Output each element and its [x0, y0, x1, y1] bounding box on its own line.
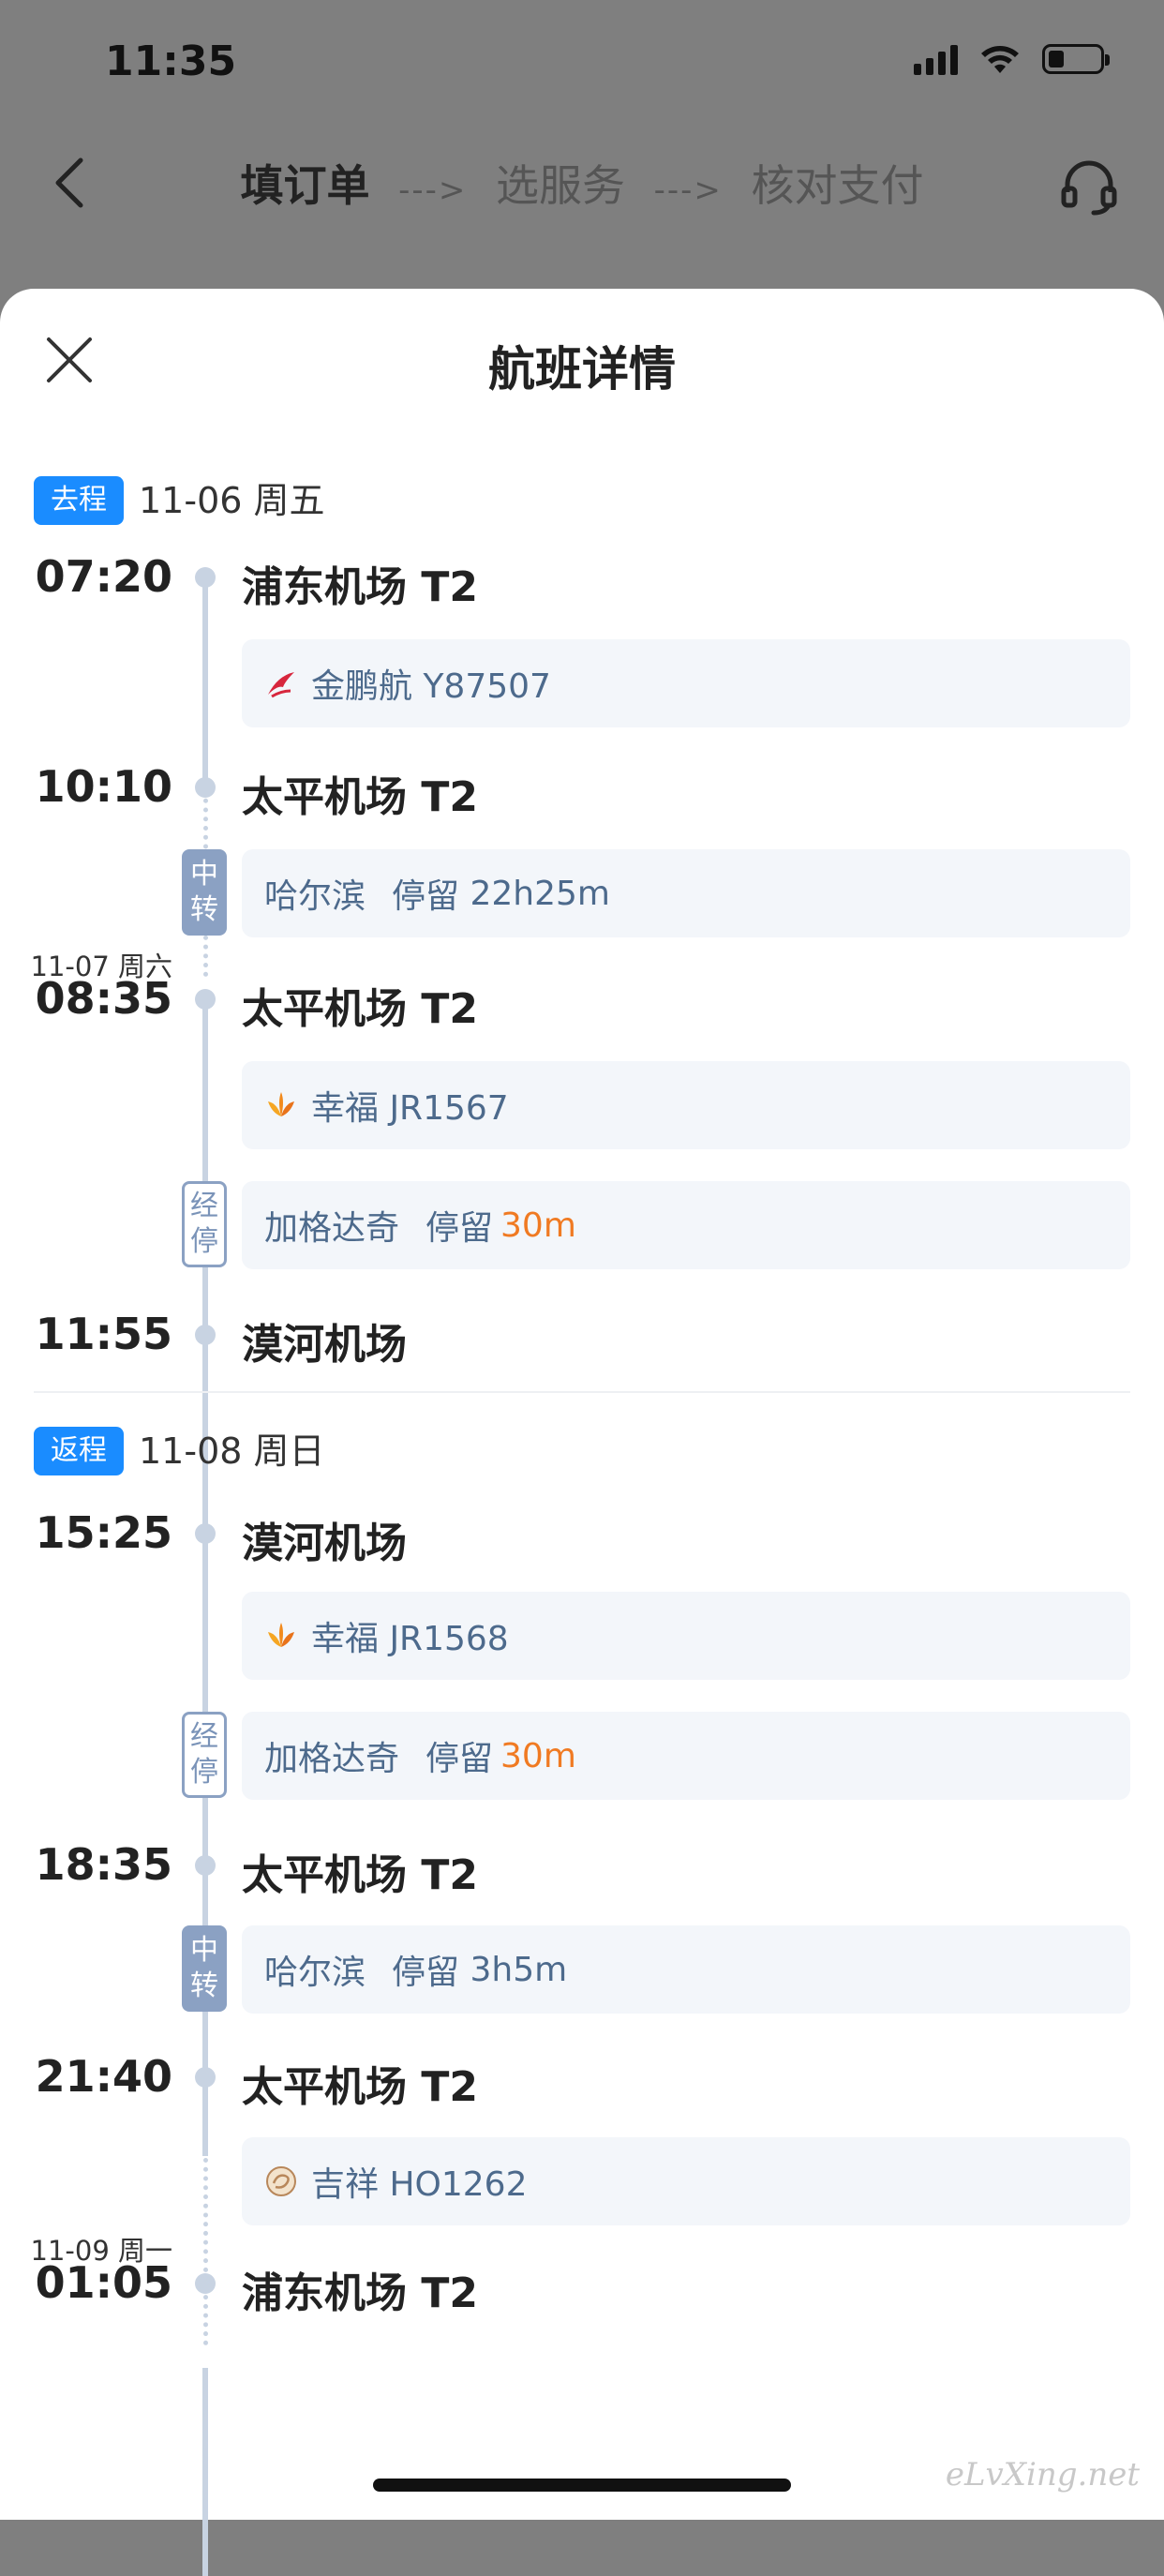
departure-airport: 浦东机场 T2: [242, 563, 478, 611]
departure-time: 07:20: [35, 551, 172, 602]
transfer-city: 哈尔滨: [264, 877, 366, 916]
stay-duration: 3h5m: [470, 1950, 568, 1989]
stay-duration: 30m: [500, 1736, 576, 1775]
timeline-dot: [195, 989, 216, 1010]
timeline-dot: [195, 777, 216, 798]
watermark: eLvXing.net: [945, 2456, 1140, 2494]
timeline-line: [202, 577, 208, 787]
transfer-card: 哈尔滨 停留 3h5m: [242, 1925, 1130, 2014]
outbound-date: 11-06 周五: [139, 480, 325, 521]
wifi-icon: [981, 46, 1019, 73]
stay-duration: 30m: [500, 1206, 576, 1245]
timeline-dotted: [203, 2158, 208, 2345]
timeline-line: [202, 1535, 208, 2156]
transfer-card: 哈尔滨 停留 22h25m: [242, 849, 1130, 937]
arrival-airport: 太平机场 T2: [242, 773, 478, 821]
flight-card[interactable]: 幸福 JR1568: [242, 1592, 1130, 1680]
stopover-city: 加格达奇: [264, 1740, 400, 1778]
juneyao-airline-logo: [266, 2166, 296, 2196]
transfer-badge: 中转: [182, 849, 227, 936]
battery-level: [1049, 51, 1064, 67]
stay-label: 停留: [392, 877, 460, 916]
departure-airport: 太平机场 T2: [242, 2063, 478, 2111]
joy-air-logo: [268, 1623, 294, 1647]
stopover-card: 加格达奇 停留 30m: [242, 1181, 1130, 1269]
flight-number: 金鹏航 Y87507: [311, 667, 551, 706]
section-divider: [34, 1391, 1130, 1393]
status-time: 11:35: [105, 37, 237, 85]
customer-service-button[interactable]: [1052, 150, 1127, 225]
departure-airport: 漠河机场: [242, 1520, 407, 1567]
timeline-dot: [195, 1325, 216, 1345]
timeline-dot: [195, 1855, 216, 1876]
flight-card[interactable]: 金鹏航 Y87507: [242, 639, 1130, 727]
step-arrow: --->: [653, 172, 723, 209]
arrival-time: 18:35: [35, 1839, 172, 1890]
timeline-dot: [195, 1523, 216, 1544]
stopover-badge: 经停: [182, 1712, 227, 1798]
battery-icon: [1042, 44, 1110, 74]
flight-card[interactable]: 幸福 JR1567: [242, 1061, 1130, 1149]
departure-time: 21:40: [35, 2051, 172, 2102]
arrival-time: 01:05: [35, 2257, 172, 2308]
arrival-airport: 漠河机场: [242, 1321, 407, 1369]
arrival-airport: 太平机场 T2: [242, 1851, 478, 1899]
departure-time: 15:25: [35, 1507, 172, 1558]
headset-icon: [1061, 160, 1117, 216]
timeline-line: [202, 2368, 208, 2576]
status-icons: [914, 43, 1110, 75]
flight-card[interactable]: 吉祥 HO1262: [242, 2137, 1130, 2225]
departure-time: 08:35: [35, 973, 172, 1024]
cellular-signal-icon: [914, 43, 958, 75]
flight-number: 吉祥 HO1262: [311, 2165, 528, 2204]
transfer-city: 哈尔滨: [264, 1954, 366, 1992]
stopover-city: 加格达奇: [264, 1209, 400, 1248]
departure-airport: 太平机场 T2: [242, 985, 478, 1033]
sheet-title: 航班详情: [488, 342, 676, 397]
stay-label: 停留: [425, 1209, 494, 1248]
timeline-dot: [195, 567, 216, 588]
stay-label: 停留: [392, 1954, 460, 1992]
step-select-service: 选服务: [496, 160, 625, 211]
flight-details-sheet: 航班详情 去程 11-06 周五 07:20 浦东机场 T2 金鹏航 Y8750…: [0, 289, 1164, 2576]
return-tag: 返程: [34, 1427, 124, 1475]
stay-duration: 22h25m: [470, 874, 610, 913]
arrival-time: 11:55: [35, 1309, 172, 1359]
timeline-dot: [195, 2067, 216, 2088]
home-indicator[interactable]: [373, 2479, 791, 2492]
transfer-badge: 中转: [182, 1925, 227, 2012]
arrival-airport: 浦东机场 T2: [242, 2269, 478, 2317]
flight-number: 幸福 JR1568: [311, 1620, 509, 1658]
step-fill-order: 填订单: [240, 160, 370, 211]
flight-number: 幸福 JR1567: [311, 1089, 509, 1128]
arrival-time: 10:10: [35, 761, 172, 812]
timeline-dot: [195, 2273, 216, 2294]
step-arrow: --->: [398, 172, 468, 209]
stay-label: 停留: [425, 1740, 494, 1778]
outbound-tag: 去程: [34, 476, 124, 525]
return-date: 11-08 周日: [139, 1430, 325, 1472]
stopover-card: 加格达奇 停留 30m: [242, 1712, 1130, 1800]
step-confirm-pay: 核对支付: [751, 160, 924, 211]
joy-air-logo: [268, 1092, 294, 1116]
jinpeng-airline-logo: [268, 672, 294, 698]
checkout-steps: 填订单 ---> 选服务 ---> 核对支付: [0, 152, 1164, 214]
stopover-badge: 经停: [182, 1181, 227, 1267]
